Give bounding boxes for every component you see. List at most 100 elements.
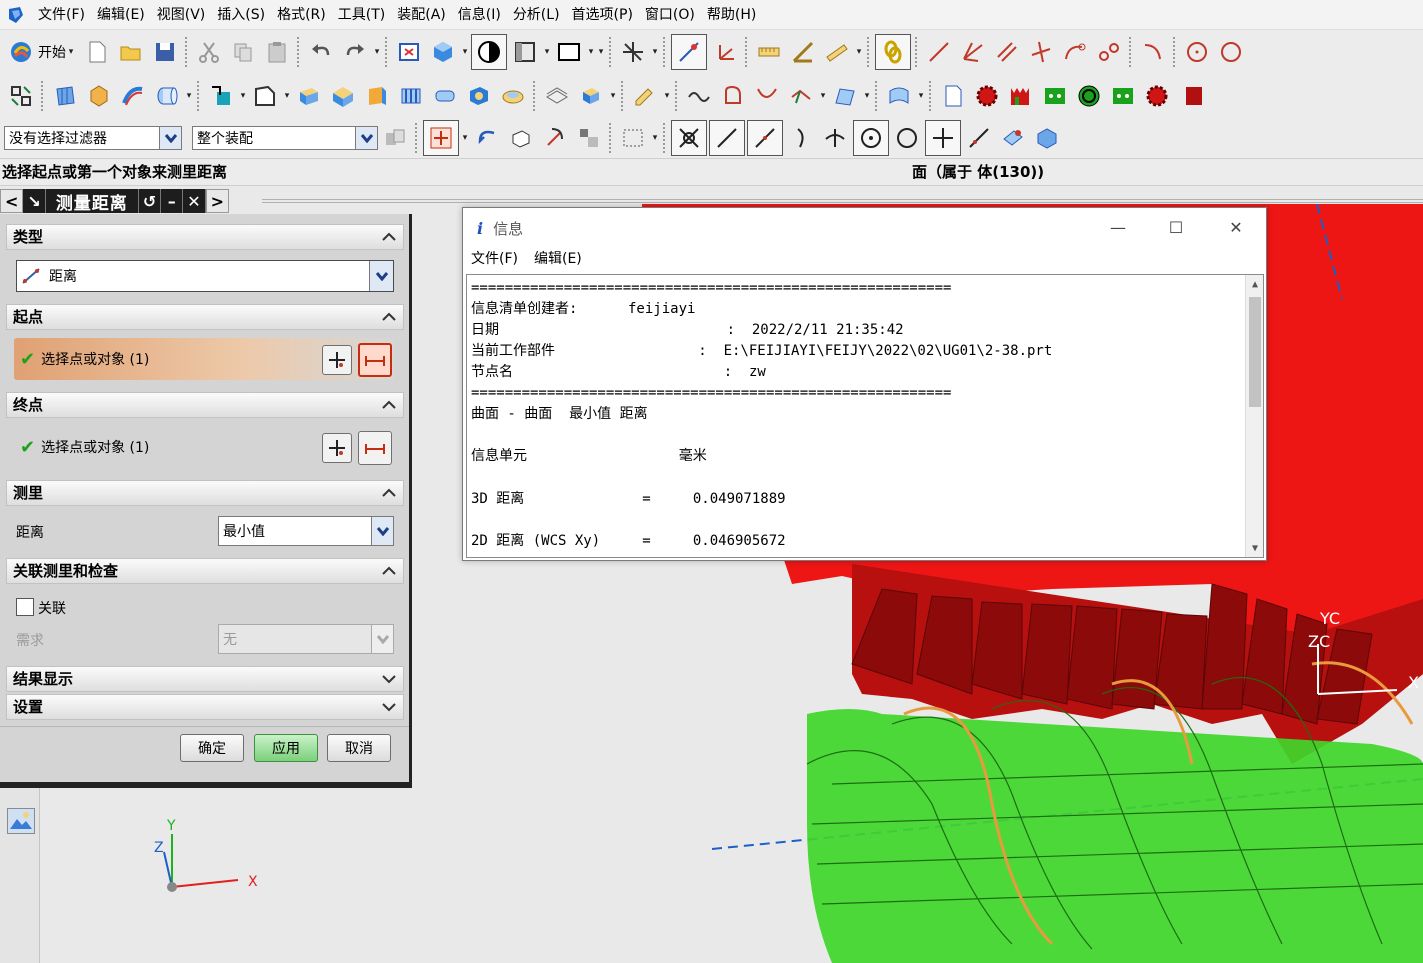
chevron-up-icon[interactable] (381, 393, 397, 421)
circle-2-icon[interactable] (1214, 35, 1248, 69)
close-icon[interactable]: ✕ (1221, 216, 1251, 238)
hole-icon[interactable] (462, 79, 496, 113)
select-body-icon[interactable] (504, 121, 538, 155)
type-select[interactable]: 距离 (16, 260, 394, 292)
section-type[interactable]: 类型 (6, 224, 404, 250)
info-titlebar[interactable]: i 信息 (463, 208, 1266, 248)
start-measure-button[interactable] (358, 343, 392, 377)
menu-window[interactable]: 窗口(O) (639, 0, 701, 30)
menu-view[interactable]: 视图(V) (151, 0, 212, 30)
snap-point-icon[interactable] (671, 34, 707, 70)
scroll-thumb[interactable] (1249, 297, 1261, 407)
point-icon[interactable] (204, 79, 238, 113)
point-dialog-button-2[interactable] (322, 433, 352, 463)
minimize-icon[interactable]: — (1103, 216, 1133, 238)
image-icon[interactable] (7, 808, 35, 834)
chevron-up-icon[interactable] (381, 225, 397, 253)
green-dots-icon[interactable] (1038, 79, 1072, 113)
pattern-icon[interactable] (574, 79, 608, 113)
chevron-down-icon[interactable] (381, 667, 397, 695)
fillet-curve-icon[interactable] (1136, 35, 1170, 69)
parallel-lines-icon[interactable] (990, 35, 1024, 69)
snap-end-point-icon[interactable] (709, 120, 745, 156)
rectangle-select-icon[interactable] (616, 121, 650, 155)
start-button[interactable]: 开始 ▾ (4, 39, 80, 65)
red-gear-icon[interactable] (970, 79, 1004, 113)
bridge-curve-icon[interactable] (750, 79, 784, 113)
info-text-area[interactable]: ========================================… (466, 274, 1264, 558)
section-settings[interactable]: 设置 (6, 694, 404, 720)
section-end-point[interactable]: 终点 (6, 392, 404, 418)
scope-filter-select[interactable]: 整个装配 (192, 126, 378, 150)
section-start-point[interactable]: 起点 (6, 304, 404, 330)
green-ring-icon[interactable] (1072, 79, 1106, 113)
point-dialog-button[interactable] (322, 345, 352, 375)
view-orientation-icon[interactable] (508, 35, 542, 69)
copy-icon[interactable] (226, 35, 260, 69)
snap-point-on-curve-icon[interactable] (925, 120, 961, 156)
measure-body-icon[interactable] (820, 35, 854, 69)
spline-icon[interactable] (1092, 35, 1126, 69)
menu-help[interactable]: 帮助(H) (701, 0, 762, 30)
extrude-icon[interactable] (48, 79, 82, 113)
section-associative[interactable]: 关联测里和检查 (6, 558, 404, 584)
type-filter-select[interactable]: 没有选择过滤器 (4, 126, 182, 150)
snap-arc-center-icon[interactable] (853, 120, 889, 156)
ok-button[interactable]: 确定 (180, 734, 244, 762)
chevron-right-icon[interactable]: > (205, 189, 230, 213)
chevron-up-icon[interactable] (381, 559, 397, 587)
undo-icon[interactable] (304, 35, 338, 69)
chevron-up-icon[interactable] (381, 305, 397, 333)
menu-insert[interactable]: 插入(S) (211, 0, 271, 30)
measure-angle-icon[interactable] (786, 35, 820, 69)
wcs-icon[interactable] (616, 35, 650, 69)
project-curve-icon[interactable] (784, 79, 818, 113)
menu-analysis[interactable]: 分析(L) (507, 0, 566, 30)
drawing-sheet-icon[interactable] (936, 79, 970, 113)
paste-icon[interactable] (260, 35, 294, 69)
cylinder-icon[interactable] (150, 79, 184, 113)
scroll-up-icon[interactable]: ▲ (1246, 275, 1263, 293)
layer-settings-icon[interactable] (4, 79, 38, 113)
snap-face-icon[interactable] (996, 121, 1030, 155)
offset-face-icon[interactable] (540, 79, 574, 113)
snap-quadrant-icon[interactable] (890, 121, 924, 155)
red-gear-2-icon[interactable] (1140, 79, 1174, 113)
perpendicular-line-icon[interactable] (1024, 35, 1058, 69)
distance-mode-select[interactable]: 最小值 (218, 516, 394, 546)
menu-format[interactable]: 格式(R) (271, 0, 332, 30)
fit-view-icon[interactable] (392, 35, 426, 69)
shaded-cube-icon[interactable] (426, 35, 460, 69)
trim-body-icon[interactable] (428, 79, 462, 113)
menu-edit[interactable]: 编辑(E) (91, 0, 151, 30)
curve-icon[interactable] (682, 79, 716, 113)
edit-feature-icon[interactable] (628, 79, 662, 113)
arc-icon[interactable] (1058, 35, 1092, 69)
snap-mid-point-icon[interactable] (747, 120, 783, 156)
red-block-icon[interactable] (1174, 79, 1208, 113)
red-rack-icon[interactable] (1004, 79, 1038, 113)
snap-point-on-surface-icon[interactable] (962, 121, 996, 155)
face-blend-icon[interactable] (326, 79, 360, 113)
associative-checkbox[interactable] (16, 598, 34, 616)
select-feature-icon[interactable] (538, 121, 572, 155)
snap-body-icon[interactable] (1030, 121, 1064, 155)
select-component-icon[interactable] (572, 121, 606, 155)
menu-file[interactable]: 文件(F) (32, 0, 91, 30)
menu-preferences[interactable]: 首选项(P) (566, 0, 639, 30)
section-result-display[interactable]: 结果显示 (6, 666, 404, 692)
new-file-icon[interactable] (80, 35, 114, 69)
circle-icon[interactable] (1180, 35, 1214, 69)
redo-icon[interactable] (338, 35, 372, 69)
line-icon[interactable] (922, 35, 956, 69)
block-icon[interactable] (292, 79, 326, 113)
background-icon[interactable] (552, 35, 586, 69)
render-style-icon[interactable] (471, 34, 507, 70)
chamfer-icon[interactable] (360, 79, 394, 113)
maximize-icon[interactable]: ☐ (1161, 216, 1191, 238)
assembly-select-icon[interactable] (378, 121, 412, 155)
measure-distance-icon[interactable] (752, 35, 786, 69)
menu-information[interactable]: 信息(I) (452, 0, 507, 30)
open-folder-icon[interactable] (114, 35, 148, 69)
snap-control-point-icon[interactable] (784, 121, 818, 155)
